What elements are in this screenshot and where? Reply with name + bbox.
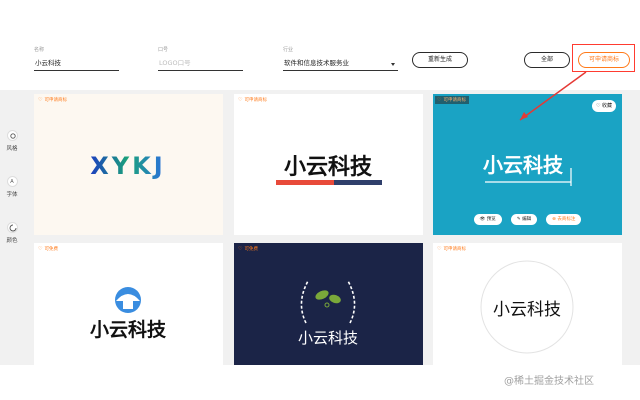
logo-wordmark: 小云科技 (298, 329, 358, 347)
watermark: @稀土掘金技术社区 (504, 376, 594, 387)
logo-card[interactable]: ♡ 可申请商标 小云科技 (234, 94, 423, 235)
industry-label: 行业 (283, 47, 294, 53)
sidebar-item-style[interactable]: 风格 (0, 130, 24, 152)
slogan-label: 口号 (158, 47, 169, 53)
logo-card[interactable]: ♡ 可免费 小云科技 (34, 243, 223, 365)
edit-button[interactable]: ✎ 编辑 (510, 214, 538, 225)
name-field-group: 名称 小云科技 (34, 46, 119, 71)
all-button[interactable]: 全部 (524, 52, 570, 68)
register-trademark-button[interactable]: ⊕ 去商标注 (546, 214, 582, 225)
sidebar: 风格 A 字体 颜色 (0, 90, 24, 400)
logo-wordmark: XYKJ (90, 152, 165, 180)
logo-preview: 小云科技 (276, 155, 382, 185)
top-bar (0, 0, 640, 40)
logo-preview: 小云科技 (90, 287, 167, 341)
sidebar-item-label: 字体 (6, 192, 18, 198)
sidebar-item-label: 颜色 (6, 238, 18, 244)
card-actions: 👁 预览 ✎ 编辑 ⊕ 去商标注 (433, 205, 622, 225)
slogan-input[interactable]: LOGO口号 (158, 57, 243, 71)
logo-card[interactable]: ♡ 可申请商标 XYKJ (34, 94, 223, 235)
regenerate-button[interactable]: 重新生成 (412, 52, 468, 68)
industry-select[interactable]: 软件和信息技术服务业 (283, 57, 398, 71)
font-icon: A (6, 176, 18, 187)
name-label: 名称 (34, 47, 45, 53)
logo-preview: XYKJ (90, 152, 165, 180)
logo-card[interactable]: ♡ 可免费 小云科技 (234, 243, 423, 365)
preview-button[interactable]: 👁 预览 (473, 214, 502, 225)
palette-icon (6, 222, 18, 233)
logo-wordmark: 小云科技 (90, 318, 167, 341)
sidebar-item-font[interactable]: A 字体 (0, 176, 24, 198)
sidebar-item-label: 风格 (6, 146, 18, 152)
logo-preview: 小云科技 (480, 260, 574, 354)
logo-wordmark: 小云科技 (483, 153, 564, 177)
logo-grid: ♡ 可申请商标 XYKJ ♡ 可申请商标 小云科技 ♡ 可申请商标 ♡ 收藏 小云科技 (24, 90, 640, 365)
sidebar-item-color[interactable]: 颜色 (0, 222, 24, 244)
slogan-field-group: 口号 LOGO口号 (158, 46, 243, 71)
style-icon (6, 130, 18, 141)
logo-preview: 小云科技 (298, 280, 358, 347)
industry-field-group: 行业 软件和信息技术服务业 (283, 46, 398, 71)
chevron-down-icon (391, 63, 395, 66)
annotation-highlight-box (572, 44, 635, 72)
logo-card-hovered[interactable]: ♡ 可申请商标 ♡ 收藏 小云科技 👁 预览 ✎ 编辑 ⊕ 去商标注 (433, 94, 622, 235)
logo-card[interactable]: ♡ 可申请商标 小云科技 (433, 243, 622, 365)
industry-value: 软件和信息技术服务业 (284, 59, 349, 67)
logo-wordmark: 小云科技 (284, 155, 373, 180)
logo-wordmark: 小云科技 (493, 300, 561, 320)
name-input[interactable]: 小云科技 (34, 57, 119, 71)
